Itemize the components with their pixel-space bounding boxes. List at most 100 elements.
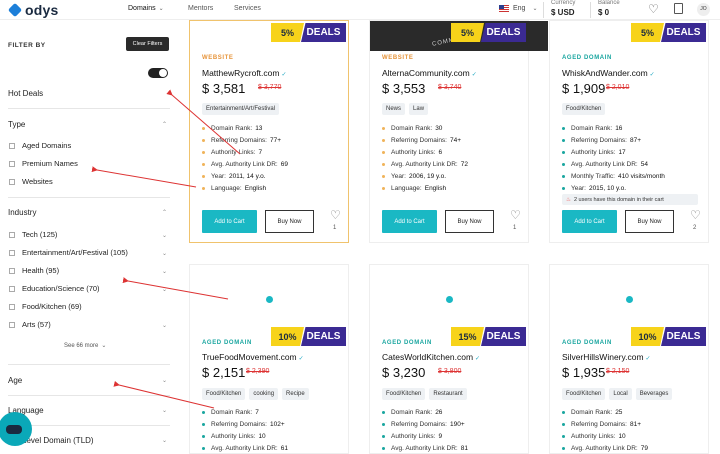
tag[interactable]: cooking	[249, 388, 279, 400]
tag[interactable]: Food/Kitchen	[562, 103, 606, 115]
price: $ 3,581	[202, 81, 246, 96]
industry-option-label: Tech (125)	[22, 230, 58, 239]
attr-label: Language:	[391, 184, 422, 192]
hot-deals-toggle[interactable]	[148, 68, 168, 78]
logo[interactable]: odys	[7, 2, 58, 18]
chevron-down-icon: ⌄	[532, 6, 538, 12]
balance-display[interactable]: Balance $ 0	[598, 0, 620, 17]
buy-now-button[interactable]: Buy Now	[265, 210, 314, 233]
add-to-cart-button[interactable]: Add to Cart	[202, 210, 257, 233]
nav-services[interactable]: Services	[234, 5, 261, 12]
attr-value: 410 visits/month	[617, 172, 665, 180]
tag[interactable]: Food/Kitchen	[202, 388, 246, 400]
favorite-heart-icon[interactable]: ♡	[510, 208, 521, 222]
us-flag-icon	[499, 5, 509, 12]
tag-list: Food/Kitchen Local Beverages	[562, 388, 673, 400]
domain-card[interactable]: COMMU 5% DEALS WEBSITE AlternaCommunity.c…	[369, 20, 548, 243]
checkbox-health[interactable]	[9, 268, 15, 274]
attr-value: 10	[618, 432, 626, 440]
type-section-title[interactable]: Type	[8, 120, 25, 129]
tag[interactable]: Restaurant	[429, 388, 467, 400]
favorite-heart-icon[interactable]: ♡	[690, 208, 701, 222]
tag[interactable]: Entertainment/Art/Festival	[202, 103, 280, 115]
checkbox-entertainment[interactable]	[9, 250, 15, 256]
checkbox-aged-domains[interactable]	[9, 143, 15, 149]
clear-filters-button[interactable]: Clear Filters	[126, 37, 169, 51]
buy-now-button[interactable]: Buy Now	[445, 210, 494, 233]
fire-icon: ♨	[566, 196, 571, 203]
favorite-heart-icon[interactable]: ♡	[330, 208, 341, 222]
chevron-down-icon[interactable]: ⌄	[162, 322, 167, 329]
attr-item: Authority Links: 9	[382, 430, 468, 442]
age-section-title[interactable]: Age	[8, 376, 22, 385]
chevron-down-icon: ⌄	[158, 6, 164, 12]
chevron-down-icon[interactable]: ⌄	[162, 286, 167, 293]
checkbox-tech[interactable]	[9, 232, 15, 238]
currency-value: $ USD	[551, 8, 575, 17]
chevron-down-icon[interactable]: ⌄	[162, 377, 167, 384]
domain-name[interactable]: SilverHillsWinery.com ✓	[562, 352, 651, 362]
checkbox-premium-names[interactable]	[9, 161, 15, 167]
add-to-cart-button[interactable]: Add to Cart	[382, 210, 437, 233]
attr-value: 26	[435, 408, 443, 416]
attr-label: Referring Domains:	[571, 420, 627, 428]
nav-mentors[interactable]: Mentors	[188, 5, 213, 12]
tag[interactable]: Food/Kitchen	[562, 388, 606, 400]
old-price: $ 3,770	[258, 84, 282, 91]
domain-name[interactable]: MatthewRycroft.com ✓	[202, 68, 287, 78]
loading-dot	[266, 296, 273, 303]
deal-badge: 15% DEALS	[451, 327, 526, 346]
tag[interactable]: Recipe	[282, 388, 309, 400]
tag[interactable]: Food/Kitchen	[382, 388, 426, 400]
chevron-down-icon[interactable]: ⌄	[162, 407, 167, 414]
avatar[interactable]: JO	[697, 3, 710, 16]
nav-domains[interactable]: Domains ⌄	[128, 5, 164, 12]
tag[interactable]: Beverages	[635, 388, 673, 400]
attr-value: 77+	[270, 136, 282, 144]
domain-card[interactable]: 10% DEALS AGED DOMAIN TrueFoodMovement.co…	[189, 264, 349, 454]
chevron-down-icon[interactable]: ⌄	[162, 232, 167, 239]
domain-card[interactable]: 5% DEALS WEBSITE MatthewRycroft.com ✓ $ 3,…	[189, 20, 349, 243]
chevron-up-icon[interactable]: ⌃	[162, 209, 167, 216]
checkbox-education[interactable]	[9, 286, 15, 292]
domain-name[interactable]: CatesWorldKitchen.com ✓	[382, 352, 480, 362]
chevron-up-icon[interactable]: ⌃	[162, 121, 167, 128]
old-price: $ 3,800	[438, 368, 462, 375]
language-selector[interactable]: Eng ⌄	[499, 5, 538, 12]
chevron-down-icon[interactable]: ⌄	[162, 250, 167, 257]
domain-card[interactable]: 15% DEALS AGED DOMAIN CatesWorldKitchen.c…	[369, 264, 529, 454]
deal-label: DEALS	[481, 23, 526, 42]
loading-dot	[626, 296, 633, 303]
tld-section-title[interactable]: Level Domain (TLD)	[22, 436, 94, 445]
industry-section-title[interactable]: Industry	[8, 208, 36, 217]
tag[interactable]: Local	[609, 388, 632, 400]
checkbox-websites[interactable]	[9, 179, 15, 185]
attr-item: Domain Rank: 16	[562, 122, 665, 134]
add-to-cart-button[interactable]: Add to Cart	[562, 210, 617, 233]
attr-value: 7	[255, 408, 259, 416]
domain-name[interactable]: WhiskAndWander.com ✓	[562, 68, 655, 78]
favorites-heart-icon[interactable]: ♡	[648, 2, 659, 16]
tag[interactable]: Law	[409, 103, 429, 115]
cart-bag-icon[interactable]	[674, 3, 683, 14]
checkbox-food-kitchen[interactable]	[9, 304, 15, 310]
chevron-down-icon[interactable]: ⌄	[162, 437, 167, 444]
domain-name[interactable]: TrueFoodMovement.com ✓	[202, 352, 304, 362]
attr-value: 2015, 10 y.o.	[588, 184, 627, 192]
tag[interactable]: News	[382, 103, 406, 115]
see-more-link[interactable]: See 66 more ⌄	[64, 342, 106, 349]
domain-card[interactable]: 10% DEALS AGED DOMAIN SilverHillsWinery.c…	[549, 264, 709, 454]
domain-name[interactable]: AlternaCommunity.com ✓	[382, 68, 477, 78]
cart-alert: ♨ 2 users have this domain in their cart	[562, 194, 698, 205]
card-category: WEBSITE	[382, 55, 414, 61]
checkbox-arts[interactable]	[9, 322, 15, 328]
chevron-down-icon[interactable]: ⌄	[162, 268, 167, 275]
attr-label: Domain Rank:	[211, 124, 253, 132]
card-category: WEBSITE	[202, 55, 234, 61]
buy-now-button[interactable]: Buy Now	[625, 210, 674, 233]
deal-percent: 5%	[271, 23, 304, 42]
domain-card[interactable]: 5% DEALS AGED DOMAIN WhiskAndWander.com ✓ …	[549, 20, 709, 243]
verified-icon: ✓	[281, 72, 287, 78]
old-price: $ 3,740	[438, 84, 462, 91]
currency-selector[interactable]: Currency $ USD	[551, 0, 575, 17]
